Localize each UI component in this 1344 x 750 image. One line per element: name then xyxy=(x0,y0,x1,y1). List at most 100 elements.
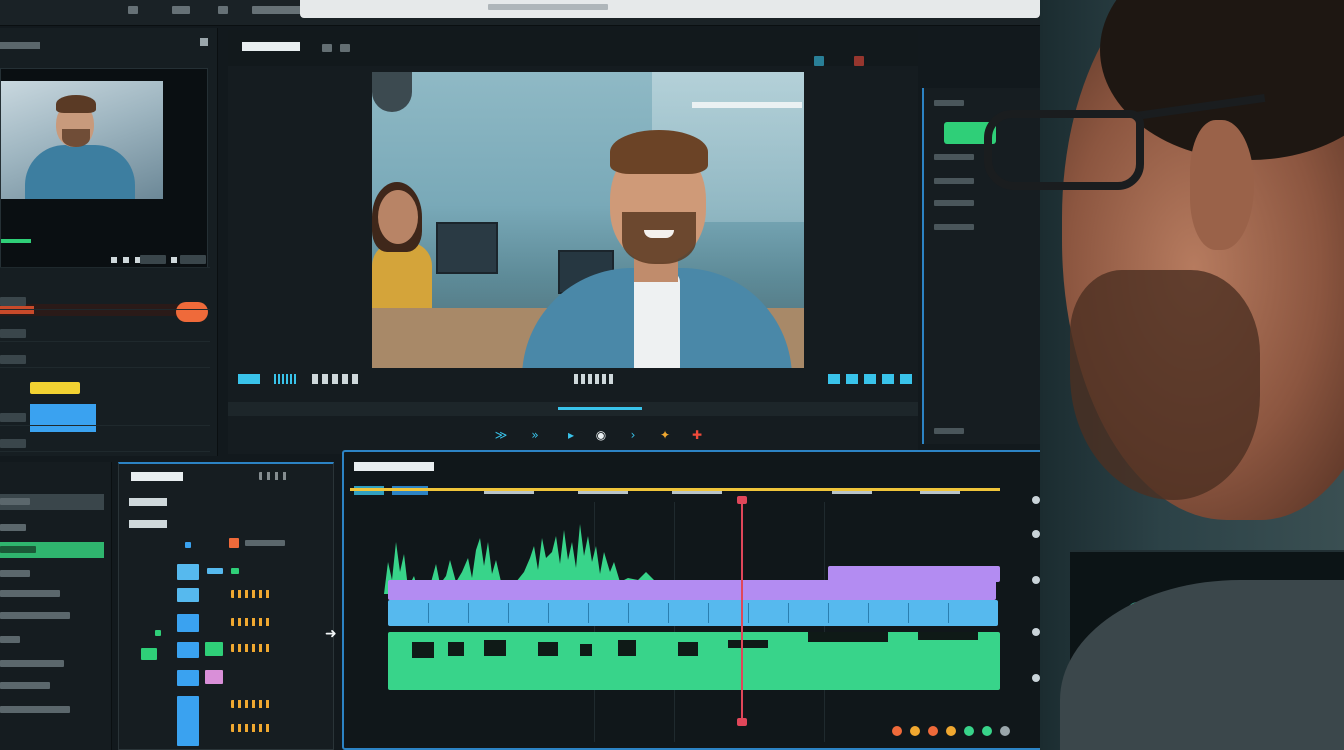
fx-node[interactable] xyxy=(185,542,191,548)
viewer-scrubber[interactable] xyxy=(228,402,918,416)
fx-node[interactable] xyxy=(229,538,239,548)
status-dot[interactable] xyxy=(1000,726,1010,736)
panel-tools[interactable] xyxy=(259,472,289,480)
yellow-label-chip[interactable] xyxy=(30,382,80,394)
fx-node[interactable] xyxy=(141,648,157,660)
transport-controls: ≫ » ▸ ◉ › ✦ ✚ xyxy=(228,420,918,450)
track-toggle-icon[interactable] xyxy=(1032,674,1040,682)
bin-item[interactable] xyxy=(0,520,104,536)
bin-item[interactable] xyxy=(0,586,104,602)
fx-node[interactable] xyxy=(205,642,223,656)
menu-icon[interactable] xyxy=(252,6,302,14)
video-frame[interactable] xyxy=(372,72,804,368)
fx-values xyxy=(231,590,271,598)
editor-monitor: ≫ » ▸ ◉ › ✦ ✚ ➜ xyxy=(0,0,1060,750)
fx-values xyxy=(231,618,271,626)
viewer-header xyxy=(228,30,918,66)
label xyxy=(934,154,974,160)
fx-node[interactable] xyxy=(177,642,199,658)
label xyxy=(934,428,964,434)
arrow-right-icon: ➜ xyxy=(325,626,337,642)
fx-node[interactable] xyxy=(177,614,199,632)
skip-back-icon[interactable]: ≫ xyxy=(494,428,508,442)
viewer-title xyxy=(242,42,300,51)
bin-item[interactable] xyxy=(0,608,104,624)
fx-values xyxy=(231,644,271,652)
track-toggle-icon[interactable] xyxy=(1032,628,1040,636)
playhead[interactable] xyxy=(741,498,743,726)
label xyxy=(140,255,166,264)
status-dot[interactable] xyxy=(982,726,992,736)
duration-readout xyxy=(574,374,614,384)
status-dot[interactable] xyxy=(946,726,956,736)
bin-item[interactable] xyxy=(0,656,104,672)
panel-title xyxy=(131,472,183,481)
label xyxy=(934,100,964,106)
fx-node[interactable] xyxy=(177,564,199,580)
flag-icon[interactable]: ✚ xyxy=(690,428,704,442)
window-title-bar xyxy=(300,0,1040,18)
viewer-tool-icon[interactable] xyxy=(814,56,824,66)
step-forward-icon[interactable]: › xyxy=(626,428,640,442)
list-item[interactable] xyxy=(0,296,210,310)
track-toggle-icon[interactable] xyxy=(1032,496,1040,504)
video-track-clips[interactable] xyxy=(388,600,998,626)
fx-node[interactable] xyxy=(177,588,199,602)
work-area-bar[interactable] xyxy=(350,488,1000,491)
video-clip[interactable] xyxy=(388,580,996,600)
status-dot[interactable] xyxy=(892,726,902,736)
menu-icon[interactable] xyxy=(172,6,190,14)
viewer-tool-icon[interactable] xyxy=(854,56,864,66)
status-dot[interactable] xyxy=(928,726,938,736)
timeline-ruler[interactable] xyxy=(350,480,1010,502)
label xyxy=(934,224,974,230)
bin-item[interactable] xyxy=(0,702,104,718)
fx-node[interactable] xyxy=(177,670,199,686)
menu-icon[interactable] xyxy=(128,6,138,14)
playhead-handle[interactable] xyxy=(737,718,747,726)
list-item[interactable] xyxy=(0,354,210,368)
bin-item[interactable] xyxy=(0,494,104,510)
eyeglasses xyxy=(984,110,1144,190)
source-panel xyxy=(0,28,218,456)
timeline-title xyxy=(354,462,434,471)
list-item[interactable] xyxy=(0,254,210,268)
play-icon[interactable]: ▸ xyxy=(564,428,578,442)
viewer-tool-icon[interactable] xyxy=(322,44,332,52)
track-toggle-icon[interactable] xyxy=(1032,530,1040,538)
viewer-zoom-controls[interactable] xyxy=(828,374,912,384)
bin-item-selected[interactable] xyxy=(0,542,104,558)
fx-values xyxy=(231,700,271,708)
marker-icon[interactable]: ✦ xyxy=(658,428,672,442)
fx-node[interactable] xyxy=(231,568,239,574)
fx-node[interactable] xyxy=(155,630,161,636)
add-icon[interactable] xyxy=(200,38,208,46)
list-item[interactable] xyxy=(0,412,210,426)
menu-icon[interactable] xyxy=(218,6,228,14)
audio-track[interactable] xyxy=(388,632,1000,690)
source-thumbnail[interactable] xyxy=(0,68,208,268)
list-item[interactable] xyxy=(0,438,210,452)
status-dot[interactable] xyxy=(910,726,920,736)
background-person xyxy=(378,190,418,244)
track-toggle-icon[interactable] xyxy=(1032,576,1040,584)
status-dot[interactable] xyxy=(964,726,974,736)
playback-controls[interactable] xyxy=(312,374,360,384)
label xyxy=(180,255,206,264)
fx-node[interactable] xyxy=(177,696,199,746)
label xyxy=(0,297,26,306)
playhead-handle[interactable] xyxy=(737,496,747,504)
fx-node[interactable] xyxy=(207,568,223,574)
list-item[interactable] xyxy=(0,328,210,342)
fx-node[interactable] xyxy=(205,670,223,684)
step-back-icon[interactable]: » xyxy=(528,428,542,442)
bin-item[interactable] xyxy=(0,678,104,694)
bin-item[interactable] xyxy=(0,632,104,648)
bin-item[interactable] xyxy=(0,566,104,582)
record-icon[interactable]: ◉ xyxy=(594,428,608,442)
background-monitor xyxy=(436,222,498,274)
viewer-tool-icon[interactable] xyxy=(340,44,350,52)
level-indicator xyxy=(1,239,31,243)
label xyxy=(0,439,26,448)
timeline-panel xyxy=(342,450,1050,750)
